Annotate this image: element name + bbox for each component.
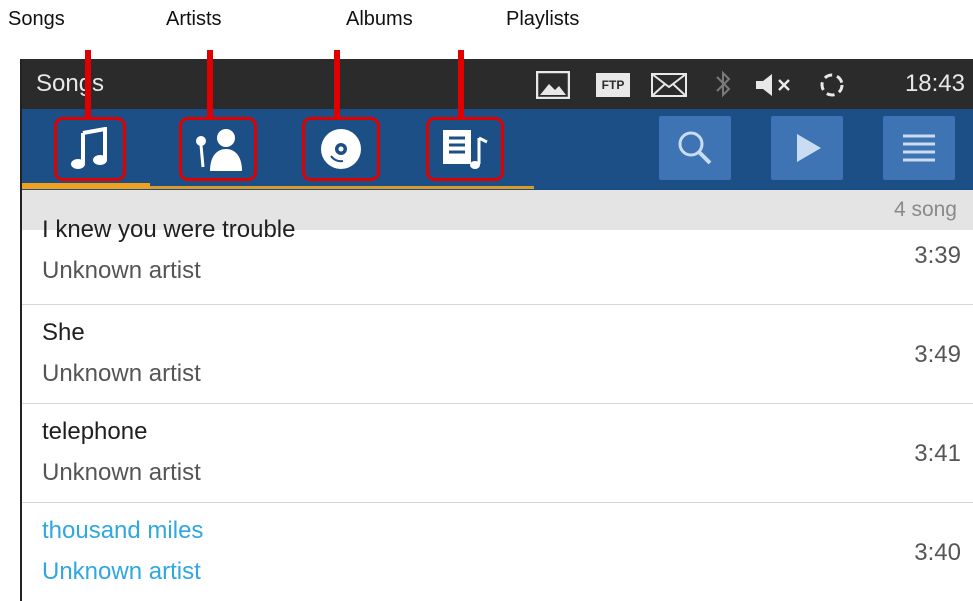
- song-artist: Unknown artist: [42, 558, 201, 585]
- annotation-artists-label: Artists: [166, 8, 222, 30]
- status-bar: Songs FTP 18:43: [22, 59, 973, 109]
- song-title: I knew you were trouble: [42, 216, 296, 243]
- tab-albums[interactable]: [302, 117, 380, 181]
- sync-icon: [820, 73, 844, 97]
- tab-indicator-selected: [22, 183, 150, 189]
- search-icon: [678, 131, 712, 165]
- tab-songs[interactable]: [54, 117, 126, 181]
- list-item[interactable]: I knew you were trouble Unknown artist 3…: [22, 206, 973, 305]
- tab-indicator-track: [150, 186, 534, 189]
- song-title: thousand miles: [42, 517, 204, 544]
- play-icon: [797, 134, 821, 162]
- status-bar-title: Songs: [36, 70, 105, 97]
- annotation-albums-pointer: [334, 50, 340, 117]
- search-button[interactable]: [659, 116, 731, 180]
- song-duration: 3:39: [914, 242, 961, 269]
- annotation-albums-label: Albums: [346, 8, 413, 30]
- tab-playlists[interactable]: [426, 117, 504, 181]
- list-item-now-playing[interactable]: thousand miles Unknown artist 3:40: [22, 503, 973, 601]
- song-title: She: [42, 319, 85, 346]
- annotation-artists-pointer: [207, 50, 213, 117]
- playlist-icon: [443, 130, 488, 169]
- annotation-playlists-label: Playlists: [506, 8, 580, 30]
- song-duration: 3:41: [914, 440, 961, 467]
- song-artist: Unknown artist: [42, 257, 201, 284]
- artist-microphone-icon: [196, 129, 242, 171]
- mail-icon: [651, 73, 687, 97]
- tab-artists[interactable]: [179, 117, 257, 181]
- song-title: telephone: [42, 418, 148, 445]
- annotation-songs-pointer: [85, 50, 91, 117]
- status-bar-time: 18:43: [904, 70, 965, 97]
- menu-icon: [903, 134, 935, 162]
- image-notification-icon: [536, 71, 570, 99]
- list-item[interactable]: She Unknown artist 3:49: [22, 305, 973, 404]
- song-artist: Unknown artist: [42, 459, 201, 486]
- menu-button[interactable]: [883, 116, 955, 180]
- song-duration: 3:40: [914, 539, 961, 566]
- annotation-playlists-pointer: [458, 50, 464, 117]
- list-item[interactable]: telephone Unknown artist 3:41: [22, 404, 973, 503]
- device-screen: Songs FTP 18:43 4 song I knew you were t…: [20, 59, 973, 601]
- bluetooth-icon: [716, 70, 731, 98]
- song-duration: 3:49: [914, 341, 961, 368]
- volume-muted-icon: [756, 74, 790, 96]
- tab-bar: [22, 109, 973, 190]
- annotation-songs-label: Songs: [8, 8, 65, 30]
- album-disc-icon: [321, 129, 361, 169]
- play-button[interactable]: [771, 116, 843, 180]
- song-artist: Unknown artist: [42, 360, 201, 387]
- music-note-icon: [71, 127, 107, 169]
- ftp-icon: FTP: [596, 73, 630, 97]
